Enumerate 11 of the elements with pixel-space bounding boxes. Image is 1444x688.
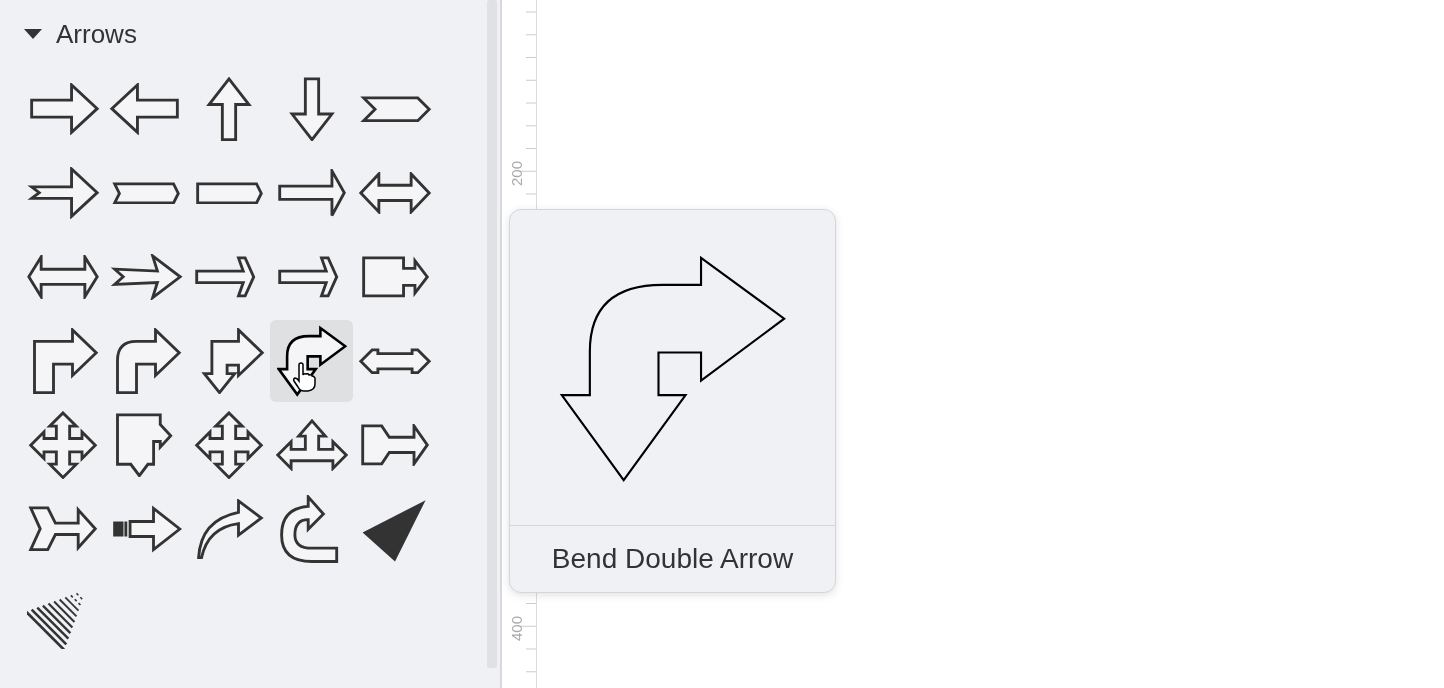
- section-title[interactable]: Arrows: [56, 18, 137, 50]
- double-arrow-icon: [356, 347, 433, 375]
- ruler-label: 200: [508, 161, 525, 186]
- hand-cursor-icon: [292, 362, 318, 392]
- tooltip-title: Bend Double Arrow: [551, 543, 794, 575]
- left-right-arrow-icon: [24, 255, 101, 299]
- ruler-label: 400: [508, 616, 525, 641]
- caret-icon[interactable]: [24, 28, 42, 40]
- shape-tile[interactable]: [270, 320, 353, 402]
- three-way-arrow-icon: [273, 419, 350, 471]
- double-arrow-icon: [356, 172, 433, 214]
